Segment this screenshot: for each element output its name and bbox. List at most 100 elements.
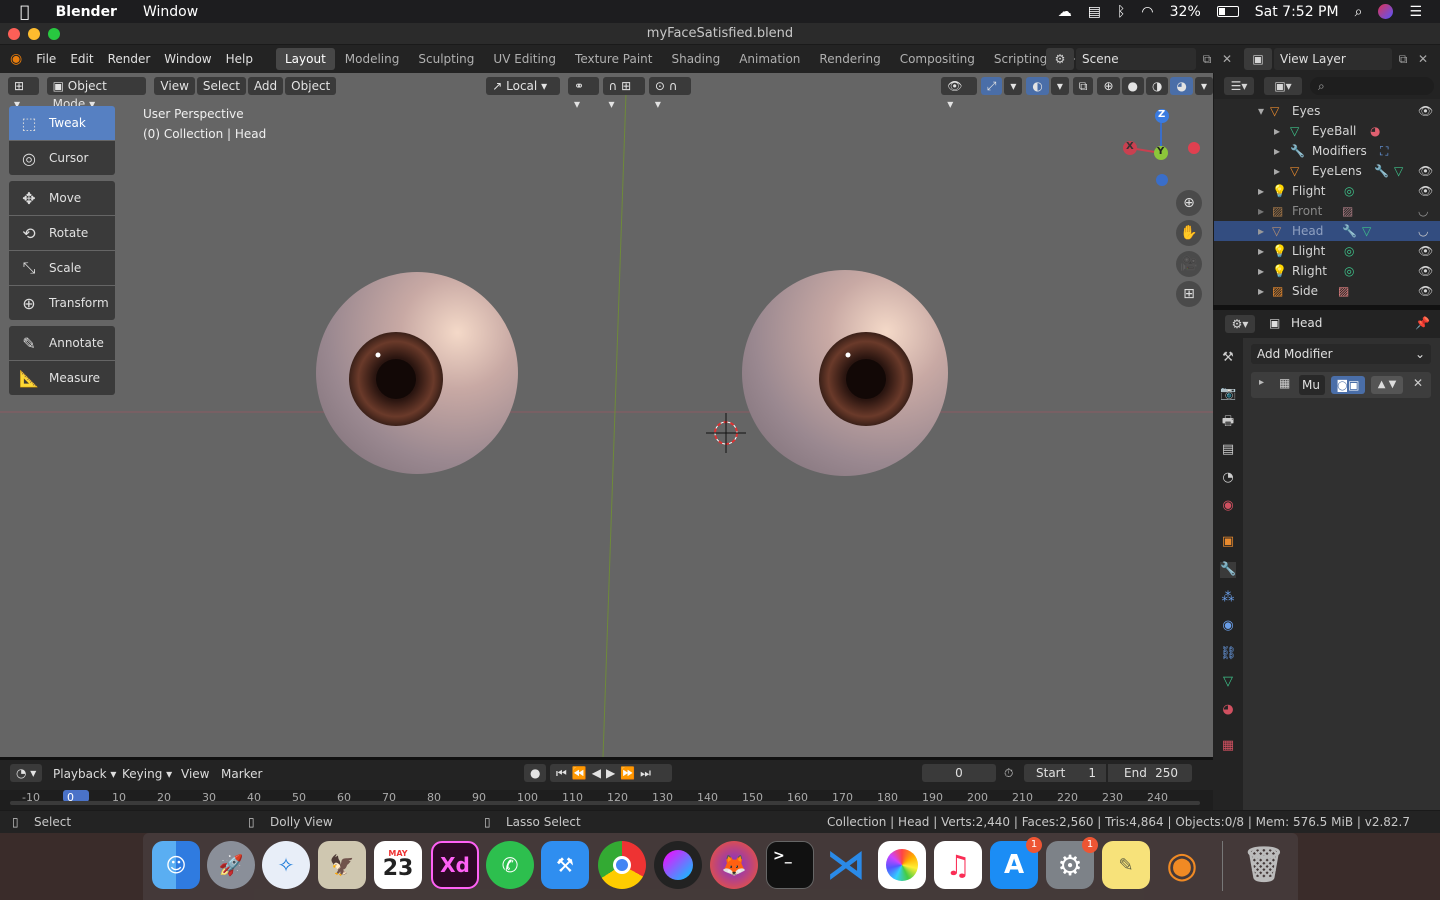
help-menu[interactable]: Help [226, 52, 253, 66]
shading-wireframe-icon[interactable]: ⊕ [1097, 77, 1120, 95]
remove-modifier-icon[interactable]: ✕ [1413, 376, 1423, 390]
tool-annotate[interactable]: ✎ Annotate [9, 326, 115, 360]
outliner-row-rlight[interactable]: ▸ 💡 Rlight ◎ 👁 [1214, 261, 1440, 281]
eye-hidden-icon[interactable]: ◡ [1418, 204, 1428, 218]
finder-icon[interactable]: ☺ [152, 841, 200, 889]
tool-move[interactable]: ✥ Move [9, 181, 115, 215]
view-menu[interactable]: View [154, 77, 195, 95]
outliner-row-side[interactable]: ▸ ▨ Side ▨ 👁 [1214, 281, 1440, 301]
drive-icon[interactable]: ▤ [1088, 4, 1101, 20]
vscode-icon[interactable]: ⋊ [822, 841, 870, 889]
add-menu[interactable]: Add [247, 77, 284, 95]
expand-arrow-icon[interactable]: ▾ [1258, 104, 1264, 118]
pivot-point-icon[interactable]: ⚭ ▾ [567, 77, 599, 111]
outliner-row-eyelens[interactable]: ▸ ▽ EyeLens 🔧 ▽ 👁 [1214, 161, 1440, 181]
light-data-icon[interactable]: ◎ [1344, 244, 1354, 258]
tab-layout[interactable]: Layout [275, 48, 335, 70]
outliner-search-input[interactable]: ⌕ [1310, 77, 1434, 95]
eye-visibility-icon[interactable]: 👁 [1418, 284, 1433, 298]
outliner-row-llight[interactable]: ▸ 💡 Llight ◎ 👁 [1214, 241, 1440, 261]
notification-center-icon[interactable]: ☰ [1409, 4, 1422, 20]
render-menu[interactable]: Render [108, 52, 151, 66]
outliner-row-eyeball[interactable]: ▸ ▽ EyeBall ◕ [1214, 121, 1440, 141]
visibility-icon[interactable]: 👁 ▾ [941, 77, 977, 111]
tool-settings-icon[interactable]: ⚒ [1220, 350, 1236, 366]
app-name-menu[interactable]: Blender [56, 4, 117, 20]
window-menu-blender[interactable]: Window [164, 52, 211, 66]
shading-solid-icon[interactable]: ● [1121, 77, 1144, 95]
file-menu[interactable]: File [36, 52, 56, 66]
pan-hand-icon[interactable]: ✋ [1176, 220, 1202, 246]
tab-sculpting[interactable]: Sculpting [409, 48, 483, 70]
record-keyframe-icon[interactable]: ● [524, 764, 547, 782]
siri-dock-icon[interactable] [654, 841, 702, 889]
tab-shading[interactable]: Shading [662, 48, 729, 70]
overlays-dropdown-icon[interactable]: ▾ [1050, 77, 1069, 95]
playback-menu[interactable]: Playback ▾ [53, 767, 116, 781]
eye-visibility-icon[interactable]: 👁 [1418, 184, 1433, 198]
mesh-data-icon[interactable]: ▽ [1362, 224, 1371, 238]
delete-view-layer-icon[interactable]: ✕ [1414, 49, 1432, 69]
eye-visibility-icon[interactable]: 👁 [1418, 244, 1433, 258]
expand-arrow-icon[interactable]: ▸ [1274, 164, 1280, 178]
shading-rendered-icon[interactable]: ◕ [1170, 77, 1193, 95]
mesh-data-props-icon[interactable]: ▽ [1220, 674, 1236, 690]
wrench-icon[interactable]: 🔧 [1374, 164, 1389, 178]
zoom-icon[interactable]: ⊕ [1176, 190, 1202, 216]
tab-texture-paint[interactable]: Texture Paint [566, 48, 661, 70]
outliner-label[interactable]: Front [1292, 204, 1322, 218]
modifier-props-icon[interactable]: 🔧 [1220, 562, 1236, 578]
outliner-label[interactable]: EyeBall [1312, 124, 1356, 138]
firefox-icon[interactable]: 🦊 [710, 841, 758, 889]
tab-animation[interactable]: Animation [730, 48, 809, 70]
tool-scale[interactable]: ⤡ Scale [9, 251, 115, 285]
tool-cursor[interactable]: ◎ Cursor [9, 141, 115, 175]
tab-rendering[interactable]: Rendering [810, 48, 889, 70]
outliner-label[interactable]: Head [1292, 224, 1323, 238]
spotlight-icon[interactable]: ⌕ [1355, 4, 1363, 20]
clock[interactable]: Sat 7:52 PM [1255, 4, 1339, 20]
expand-arrow-icon[interactable]: ▸ [1258, 184, 1264, 198]
gizmo-dropdown-icon[interactable]: ▾ [1004, 77, 1023, 95]
display-mode-icon[interactable]: ▣▾ [1264, 77, 1302, 95]
view-layer-props-icon[interactable]: ▤ [1220, 442, 1236, 458]
tab-modeling[interactable]: Modeling [336, 48, 409, 70]
expand-arrow-icon[interactable]: ▸ [1258, 284, 1264, 298]
world-props-icon[interactable]: ◉ [1220, 498, 1236, 514]
image-data-icon[interactable]: ▨ [1338, 284, 1349, 298]
system-preferences-icon[interactable]: ⚙ 1 [1046, 837, 1098, 889]
outliner-row-flight[interactable]: ▸ 💡 Flight ◎ 👁 [1214, 181, 1440, 201]
editor-type-button[interactable]: ⊞ ▾ [8, 77, 39, 111]
terminal-icon[interactable]: >_ [766, 841, 814, 889]
whatsapp-icon[interactable]: ✆ [486, 841, 534, 889]
transform-orientation-select[interactable]: ↗ Local ▾ [486, 77, 560, 95]
xray-toggle-icon[interactable]: ⧉ [1072, 77, 1094, 95]
wifi-icon[interactable]: ◠ [1141, 4, 1153, 20]
timeline-view-menu[interactable]: View [181, 767, 209, 781]
mesh-data-icon[interactable]: ▽ [1394, 164, 1403, 178]
calendar-icon[interactable]: MAY 23 [374, 841, 422, 889]
tool-rotate[interactable]: ⟲ Rotate [9, 216, 115, 250]
timeline-editor-type-icon[interactable]: ◔ ▾ [10, 764, 43, 782]
snap-icon[interactable]: ∩ ⊞ ▾ [602, 77, 645, 111]
outliner-row-eyes[interactable]: ▾ ▽ Eyes 👁 [1214, 101, 1440, 121]
light-data-icon[interactable]: ◎ [1344, 184, 1354, 198]
image-data-icon[interactable]: ▨ [1342, 204, 1353, 218]
start-frame-field[interactable]: Start 1 [1024, 764, 1106, 782]
tool-tweak[interactable]: ⬚ Tweak [9, 106, 115, 140]
particle-props-icon[interactable]: ⁂ [1220, 590, 1236, 606]
output-props-icon[interactable]: 🖶 [1220, 414, 1236, 430]
modifier-name-field[interactable]: Mu [1299, 375, 1325, 395]
keying-menu[interactable]: Keying ▾ [122, 767, 172, 781]
eye-visibility-icon[interactable]: 👁 [1418, 164, 1433, 178]
trash-icon[interactable]: 🗑 [1240, 841, 1288, 889]
blender-dock-icon[interactable]: ◉ [1158, 841, 1206, 889]
adobe-xd-icon[interactable]: Xd [431, 841, 479, 889]
expand-arrow-icon[interactable]: ▸ [1258, 224, 1264, 238]
modifier-subsurf-icon[interactable]: ⛶ [1380, 144, 1388, 159]
xcode-icon[interactable]: ⚒ [541, 841, 589, 889]
launchpad-icon[interactable]: 🚀 [207, 841, 255, 889]
outliner-label[interactable]: Side [1292, 284, 1318, 298]
pin-icon[interactable]: 📌 [1415, 316, 1430, 330]
select-menu[interactable]: Select [196, 77, 246, 95]
